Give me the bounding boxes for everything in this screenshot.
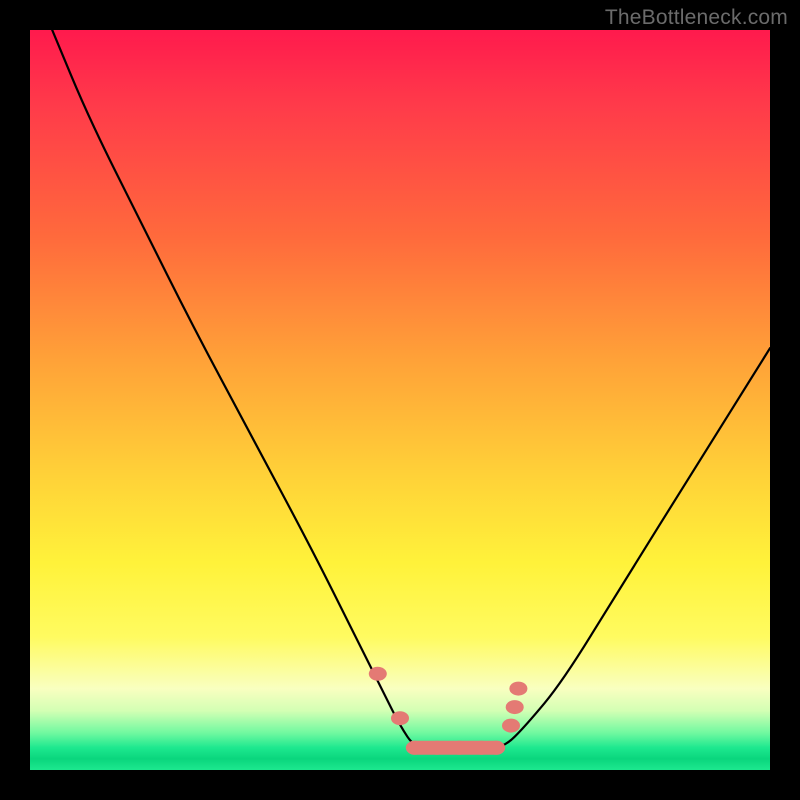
bottleneck-chart xyxy=(30,30,770,770)
marker-point xyxy=(391,711,409,725)
marker-point xyxy=(406,741,424,755)
chart-frame: TheBottleneck.com xyxy=(0,0,800,800)
marker-point xyxy=(509,682,527,696)
marker-point xyxy=(506,700,524,714)
marker-point xyxy=(487,741,505,755)
marker-point xyxy=(428,741,446,755)
bottleneck-curve xyxy=(52,30,770,748)
marker-point xyxy=(502,719,520,733)
watermark-text: TheBottleneck.com xyxy=(605,6,788,30)
plot-area xyxy=(30,30,770,770)
marker-point xyxy=(369,667,387,681)
marker-point xyxy=(450,741,468,755)
